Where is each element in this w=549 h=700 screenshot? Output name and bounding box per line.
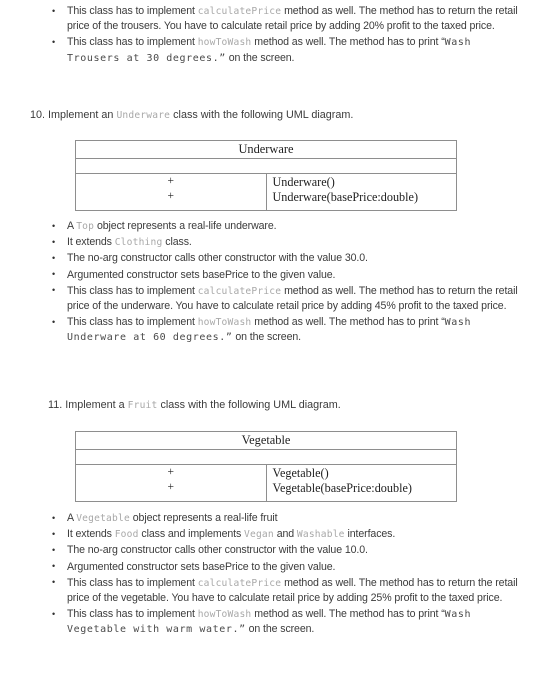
uml-table: Vegetable + + Vegetable() Vegetable(base… [75,431,457,502]
uml-attributes-row [75,158,457,174]
text-run: on the screen. [245,623,315,636]
uml-title-row: Vegetable [75,431,457,450]
uml-title-row: Underware [75,140,457,159]
text-run: This class has to implement [67,5,198,17]
question-11-number: 11. [48,399,63,411]
question-10-lead-before: Implement an [45,109,117,121]
list-item: Argumented constructor sets basePrice to… [51,559,525,575]
uml-method-signature: Vegetable() [272,466,329,480]
inline-code: calculatePrice [197,577,282,589]
uml-methods-cell: Vegetable() Vegetable(basePrice:double) [265,464,457,502]
inline-code: Clothing [114,237,163,249]
uml-method-signature: Underware(basePrice:double) [272,189,419,204]
uml-visibility-marker: + [167,189,175,202]
text-run: A [67,220,77,232]
text-run: This class has to implement [67,36,198,49]
question-10-lead-after: class with the following UML diagram. [170,109,354,121]
text-run: on the screen. [232,331,302,344]
bullet-list: A Top object represents a real-life unde… [51,218,525,346]
list-item: Argumented constructor sets basePrice to… [51,267,525,283]
question-10-class-name: Underware [116,110,171,121]
text-run: object represents a real-life fruit [129,512,278,524]
inline-code: Washable [296,529,345,541]
document-page: This class has to implement calculatePri… [0,0,549,700]
inline-code: calculatePrice [197,285,282,297]
list-item: This class has to implement howToWash me… [51,607,525,637]
uml-diagram-underware: Underware + + Underware() Underware(base… [75,140,457,211]
inline-code: Top [76,221,95,232]
vegetable-requirements-list: A Vegetable object represents a real-lif… [51,510,525,639]
list-item: This class has to implement calculatePri… [51,283,525,314]
uml-class-title: Vegetable [75,431,457,450]
text-run: A [67,512,77,524]
bullet-list: This class has to implement calculatePri… [51,3,525,66]
uml-methods-cell: Underware() Underware(basePrice:double) [265,173,457,211]
list-item: The no-arg constructor calls other const… [51,543,525,558]
uml-class-title: Underware [75,140,457,159]
uml-visibility-column: + + [75,173,267,211]
list-item: This class has to implement howToWash me… [51,35,525,65]
text-run: This class has to implement [67,284,198,297]
inline-code: howToWash [197,37,252,49]
uml-visibility-marker: + [167,466,175,478]
uml-diagram-vegetable: Vegetable + + Vegetable() Vegetable(base… [75,431,457,502]
list-item: It extends Clothing class. [51,235,525,250]
text-run: This class has to implement [67,316,198,329]
underware-requirements-list: A Top object represents a real-life unde… [51,218,525,347]
text-run: This class has to implement [67,608,198,621]
text-run: The no-arg constructor calls other const… [67,544,368,557]
text-run: It extends [67,528,115,541]
trousers-requirements-list: This class has to implement calculatePri… [51,3,525,67]
list-item: The no-arg constructor calls other const… [51,251,525,266]
list-item: A Top object represents a real-life unde… [51,218,525,234]
text-run: interfaces. [344,528,396,541]
question-10-number: 10. [30,109,46,121]
list-item: This class has to implement calculatePri… [51,3,525,34]
text-run: and [273,528,297,541]
text-run: class. [162,236,192,249]
question-11-heading: 11. Implement a Fruit class with the fol… [48,398,538,413]
text-run: method as well. The method has to print … [251,36,445,49]
text-run: object represents a real-life underware. [94,220,277,232]
text-run: It extends [67,236,115,249]
bullet-list: A Vegetable object represents a real-lif… [51,510,525,638]
uml-visibility-marker: + [167,480,175,493]
text-run: The no-arg constructor calls other const… [67,252,368,265]
list-item: This class has to implement calculatePri… [51,575,525,606]
inline-code: Vegetable [76,513,130,524]
uml-visibility-marker: + [167,175,175,187]
text-run: Argumented constructor sets basePrice to… [67,560,336,573]
text-run: method as well. The method has to print … [251,316,445,329]
uml-visibility-column: + + [75,464,267,502]
inline-code: Vegan [244,529,274,541]
text-run: class and implements [138,528,245,541]
uml-method-signature: Vegetable(basePrice:double) [272,480,412,495]
list-item: A Vegetable object represents a real-lif… [51,510,525,526]
inline-code: calculatePrice [197,6,282,17]
uml-methods-row: + + Vegetable() Vegetable(basePrice:doub… [75,464,457,502]
uml-attributes-row [75,449,457,465]
question-11-lead-after: class with the following UML diagram. [157,399,341,411]
list-item: It extends Food class and implements Veg… [51,527,525,542]
uml-attributes-cell [75,158,457,174]
list-item: This class has to implement howToWash me… [51,315,525,345]
uml-methods-row: + + Underware() Underware(basePrice:doub… [75,173,457,211]
inline-code: howToWash [197,317,252,329]
inline-code: Food [114,529,139,541]
uml-method-signature: Underware() [272,175,335,189]
text-run: Argumented constructor sets basePrice to… [67,268,336,281]
text-run: method as well. The method has to print … [251,608,445,621]
text-run: This class has to implement [67,576,198,589]
uml-table: Underware + + Underware() Underware(base… [75,140,457,211]
uml-attributes-cell [75,449,457,465]
text-run: on the screen. [225,51,295,64]
question-11-class-name: Fruit [127,400,158,411]
question-10-heading: 10. Implement an Underware class with th… [30,108,530,123]
inline-code: howToWash [197,609,252,621]
question-11-lead-before: Implement a [62,399,128,411]
